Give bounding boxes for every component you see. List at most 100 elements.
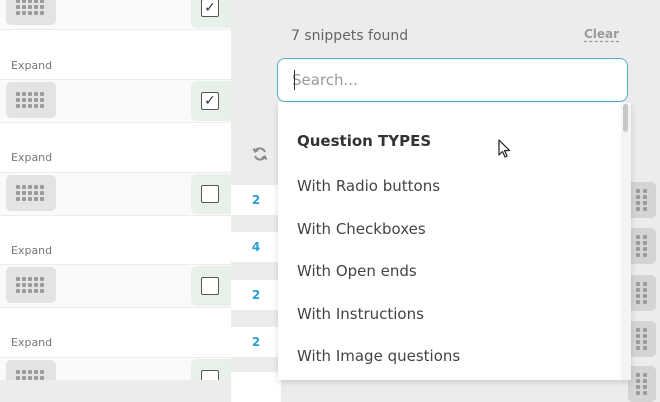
grip-dot xyxy=(28,370,32,374)
grip-dot xyxy=(16,0,20,3)
grip-dot xyxy=(636,201,640,205)
grip-dot xyxy=(16,376,20,380)
list-item[interactable]: With Image questions xyxy=(297,347,460,365)
grip-dot xyxy=(34,283,38,287)
grip-dot xyxy=(643,294,647,298)
row-checkbox[interactable]: ✓ xyxy=(201,0,219,17)
list-heading: Question TYPES xyxy=(297,132,432,150)
grip-dot xyxy=(16,191,20,195)
expand-link[interactable]: Expand xyxy=(11,244,52,257)
grip-dot xyxy=(643,346,647,350)
grip-dot xyxy=(28,5,32,9)
grip-dot xyxy=(16,92,20,96)
row-select-zone[interactable] xyxy=(191,174,231,214)
row-checkbox[interactable] xyxy=(201,370,219,380)
grip-dot xyxy=(22,104,26,108)
clear-button[interactable]: Clear xyxy=(584,27,619,41)
grip-dot xyxy=(34,376,38,380)
grip-dot xyxy=(636,247,640,251)
count-badge: 4 xyxy=(243,234,269,260)
grip-dot xyxy=(636,195,640,199)
grip-dot xyxy=(643,235,647,239)
snippet-row: ✓ xyxy=(0,0,231,30)
grip-dot xyxy=(22,92,26,96)
grip-dot xyxy=(28,98,32,102)
grip-dot xyxy=(643,340,647,344)
search-input[interactable] xyxy=(292,69,612,91)
row-checkbox[interactable] xyxy=(201,277,219,295)
grip-dot xyxy=(28,289,32,293)
grip-dot xyxy=(643,189,647,193)
grip-dot xyxy=(16,185,20,189)
drag-handle-icon[interactable] xyxy=(628,366,656,402)
grip-dot xyxy=(636,282,640,286)
grip-dot xyxy=(28,92,32,96)
search-box[interactable] xyxy=(277,58,628,102)
check-mark-icon: ✓ xyxy=(204,93,216,109)
drag-handle-icon[interactable] xyxy=(628,321,656,357)
drag-handle-icon[interactable] xyxy=(6,82,56,118)
grip-dot xyxy=(28,191,32,195)
grip-dot xyxy=(16,104,20,108)
drag-handle-icon[interactable] xyxy=(628,275,656,311)
drag-handle-icon[interactable] xyxy=(6,267,56,303)
scrollbar-thumb[interactable] xyxy=(623,104,628,132)
row-select-zone[interactable] xyxy=(191,266,231,306)
grip-dot xyxy=(643,241,647,245)
grip-dot xyxy=(636,340,640,344)
row-select-zone[interactable]: ✓ xyxy=(191,81,231,121)
grip-dot xyxy=(34,0,38,3)
grip-dot xyxy=(34,197,38,201)
expand-link[interactable]: Expand xyxy=(11,59,52,72)
grip-dot xyxy=(643,247,647,251)
grip-dot xyxy=(22,197,26,201)
drag-handle-icon[interactable] xyxy=(6,360,56,380)
snippet-row xyxy=(0,264,231,308)
list-item[interactable]: With Checkboxes xyxy=(297,220,426,238)
grip-dot xyxy=(636,189,640,193)
list-item[interactable]: With Open ends xyxy=(297,262,417,280)
grip-dot xyxy=(636,253,640,257)
drag-handle-icon[interactable] xyxy=(628,182,656,218)
grip-dot xyxy=(643,201,647,205)
grip-dot xyxy=(22,5,26,9)
grip-dot xyxy=(34,5,38,9)
grip-dot xyxy=(34,277,38,281)
scrollbar[interactable] xyxy=(621,102,631,380)
refresh-icon[interactable] xyxy=(252,146,268,162)
drag-handle-icon[interactable] xyxy=(6,0,56,25)
row-select-zone[interactable]: ✓ xyxy=(191,0,231,28)
grip-dot xyxy=(40,376,44,380)
grip-dot xyxy=(643,207,647,211)
grip-dot xyxy=(16,277,20,281)
grip-dot xyxy=(40,5,44,9)
grip-dot xyxy=(636,346,640,350)
table-row xyxy=(231,372,281,402)
expand-link[interactable]: Expand xyxy=(11,151,52,164)
list-item[interactable]: With Instructions xyxy=(297,305,424,323)
row-checkbox[interactable]: ✓ xyxy=(201,92,219,110)
grip-dot xyxy=(16,197,20,201)
grip-dot xyxy=(643,328,647,332)
grip-dot xyxy=(34,191,38,195)
list-item[interactable]: With Radio buttons xyxy=(297,177,440,195)
expand-link[interactable]: Expand xyxy=(11,336,52,349)
grip-dot xyxy=(643,253,647,257)
grip-dot xyxy=(16,5,20,9)
grip-dot xyxy=(28,185,32,189)
grip-dot xyxy=(40,283,44,287)
drag-handle-icon[interactable] xyxy=(628,228,656,264)
grip-dot xyxy=(28,197,32,201)
snippet-row: ✓ xyxy=(0,79,231,123)
row-select-zone[interactable] xyxy=(191,359,231,380)
text-caret xyxy=(294,70,295,90)
drag-handle-icon[interactable] xyxy=(6,175,56,211)
snippet-row xyxy=(0,172,231,216)
grip-dot xyxy=(34,104,38,108)
grip-dot xyxy=(34,92,38,96)
grip-dot xyxy=(22,98,26,102)
grip-dot xyxy=(22,370,26,374)
snippet-row xyxy=(0,357,231,380)
snippet-dropdown-list: Question TYPES With Radio buttons With C… xyxy=(278,102,631,380)
row-checkbox[interactable] xyxy=(201,185,219,203)
